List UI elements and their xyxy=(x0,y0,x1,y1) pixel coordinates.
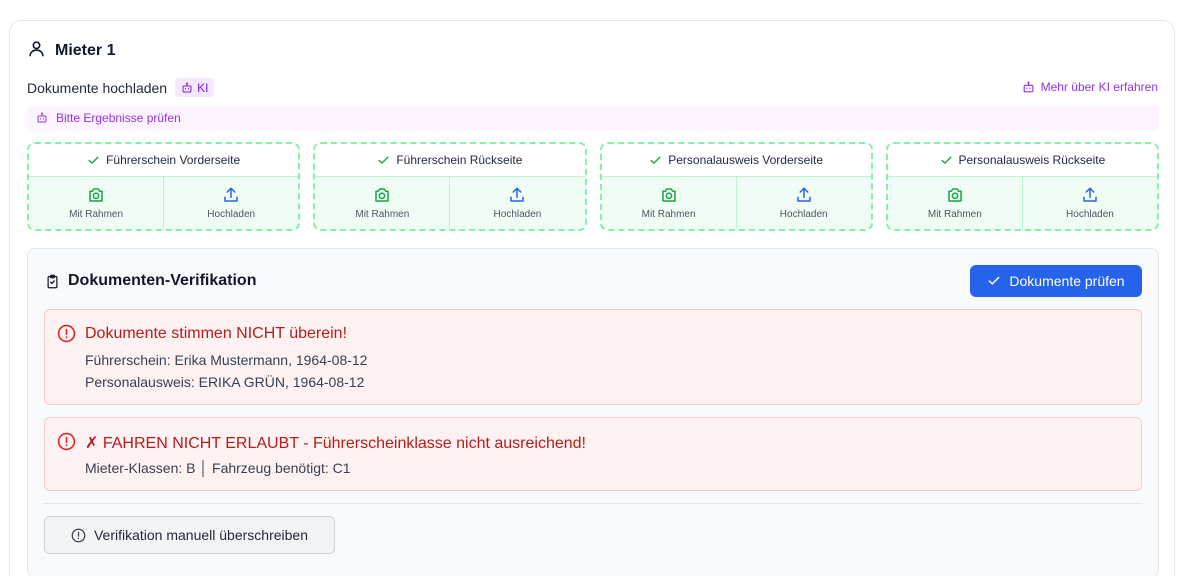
upload-button[interactable]: Hochladen xyxy=(163,177,298,229)
license-class-alert: ✗ FAHREN NICHT ERLAUBT - Führerscheinkla… xyxy=(44,417,1142,491)
document-grid: Führerschein Vorderseite Mit Rahmen Hoch… xyxy=(27,142,1159,231)
upload-icon xyxy=(510,187,525,202)
check-icon xyxy=(378,156,389,164)
alert-title: Dokumente stimmen NICHT überein! xyxy=(85,325,348,342)
capture-with-frame-button[interactable]: Mit Rahmen xyxy=(888,177,1022,229)
upload-label: Dokumente hochladen xyxy=(27,79,168,96)
check-icon xyxy=(650,156,661,164)
clipboard-check-icon xyxy=(47,274,58,288)
document-card: Führerschein Vorderseite Mit Rahmen Hoch… xyxy=(27,142,301,231)
capture-with-frame-button[interactable]: Mit Rahmen xyxy=(315,177,449,229)
document-card: Personalausweis Rückseite Mit Rahmen Hoc… xyxy=(885,142,1159,231)
upload-icon xyxy=(796,187,811,202)
check-icon xyxy=(989,276,1000,285)
camera-icon xyxy=(661,188,676,202)
robot-icon xyxy=(1023,81,1033,92)
check-documents-button[interactable]: Dokumente prüfen xyxy=(970,265,1142,297)
upload-button[interactable]: Hochladen xyxy=(449,177,584,229)
document-header: Personalausweis Rückseite xyxy=(887,144,1157,177)
robot-icon xyxy=(37,112,47,123)
document-title: Führerschein Rückseite xyxy=(396,153,523,167)
verification-title: Dokumenten-Verifikation xyxy=(68,272,257,289)
document-header: Führerschein Vorderseite xyxy=(29,144,299,177)
alert-detail: Mieter-Klassen: B │ Fahrzeug benötigt: C… xyxy=(85,460,351,476)
camera-icon xyxy=(375,188,390,202)
alert-detail: Führerschein: Erika Mustermann, 1964-08-… xyxy=(85,352,368,368)
tenant-card: Mieter 1 Dokumente hochladen KI Mehr übe… xyxy=(9,20,1175,576)
document-card: Führerschein Rückseite Mit Rahmen Hochla… xyxy=(313,142,587,231)
capture-with-frame-button[interactable]: Mit Rahmen xyxy=(602,177,736,229)
ki-info-link[interactable]: Mehr über KI erfahren xyxy=(1022,80,1158,94)
alert-circle-icon xyxy=(57,324,76,343)
upload-icon xyxy=(1083,187,1097,202)
document-header: Führerschein Rückseite xyxy=(315,144,585,177)
check-icon xyxy=(88,156,99,164)
document-title: Personalausweis Vorderseite xyxy=(668,153,823,167)
manual-override-button[interactable]: Verifikation manuell überschreiben xyxy=(44,516,335,554)
divider xyxy=(44,503,1142,504)
upload-icon xyxy=(224,187,238,202)
tenant-title: Mieter 1 xyxy=(55,42,116,59)
upload-header: Dokumente hochladen KI xyxy=(27,78,215,97)
user-icon xyxy=(27,39,46,63)
review-notice: Bitte Ergebnisse prüfen xyxy=(27,106,1159,130)
alert-circle-icon xyxy=(57,432,76,451)
alert-circle-icon xyxy=(71,528,86,542)
robot-icon xyxy=(182,82,192,92)
tenant-header: Mieter 1 xyxy=(27,39,115,63)
document-header: Personalausweis Vorderseite xyxy=(601,144,871,177)
alert-title: ✗ FAHREN NICHT ERLAUBT - Führerscheinkla… xyxy=(85,435,586,452)
alert-detail: Personalausweis: ERIKA GRÜN, 1964-08-12 xyxy=(85,374,365,390)
mismatch-alert: Dokumente stimmen NICHT überein! Führers… xyxy=(44,309,1142,405)
document-title: Führerschein Vorderseite xyxy=(106,153,241,167)
camera-icon xyxy=(948,188,962,202)
document-title: Personalausweis Rückseite xyxy=(958,153,1106,167)
upload-button[interactable]: Hochladen xyxy=(735,177,871,229)
verification-header: Dokumenten-Verifikation xyxy=(45,272,256,290)
verification-panel: Dokumenten-Verifikation Dokumente prüfen… xyxy=(27,248,1159,576)
upload-button[interactable]: Hochladen xyxy=(1021,177,1157,229)
ki-badge: KI xyxy=(175,78,215,97)
capture-with-frame-button[interactable]: Mit Rahmen xyxy=(29,177,163,229)
camera-icon xyxy=(89,188,103,202)
check-icon xyxy=(940,156,952,164)
document-card: Personalausweis Vorderseite Mit Rahmen H… xyxy=(599,142,873,231)
